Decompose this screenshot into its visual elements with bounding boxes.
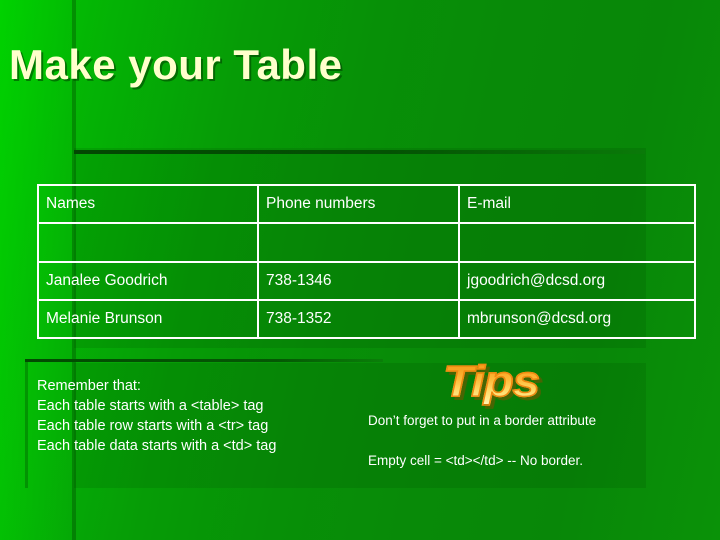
table-cell-email: jgoodrich@dcsd.org [458, 261, 696, 301]
divider-rule-above-table [74, 150, 645, 154]
table-cell-email [458, 222, 696, 263]
notes-left-line: Each table data starts with a <td> tag [37, 438, 277, 454]
table-header-names: Names [37, 184, 259, 224]
table-cell-phone: 738-1352 [257, 299, 460, 339]
table-header-phone-numbers: Phone numbers [257, 184, 460, 224]
table-row: Janalee Goodrich 738-1346 jgoodrich@dcsd… [37, 261, 696, 301]
divider-rule-notes-left-edge [25, 362, 28, 488]
table-cell-email: mbrunson@dcsd.org [458, 299, 696, 339]
notes-left-block: Remember that: Each table starts with a … [37, 376, 367, 456]
notes-left-line: Remember that: [37, 378, 141, 394]
notes-left-line: Each table starts with a <table> tag [37, 398, 264, 414]
contacts-table: Names Phone numbers E-mail Janalee Goodr… [37, 184, 696, 339]
notes-right-block: Don’t forget to put in a border attribut… [368, 412, 698, 470]
table-row [37, 222, 696, 263]
table-row: Melanie Brunson 738-1352 mbrunson@dcsd.o… [37, 299, 696, 339]
table-cell-phone: 738-1346 [257, 261, 460, 301]
table-header-email: E-mail [458, 184, 696, 224]
page-title: Make your Table [9, 41, 343, 88]
notes-right-line: Don’t forget to put in a border attribut… [368, 413, 597, 428]
table-cell-phone [257, 222, 460, 263]
divider-rule-above-notes [25, 359, 383, 362]
table-cell-name [37, 222, 259, 263]
notes-left-line: Each table row starts with a <tr> tag [37, 418, 269, 434]
table-cell-name: Janalee Goodrich [37, 261, 259, 301]
tips-wordart-heading: Tips [442, 357, 541, 406]
notes-right-line: Empty cell = <td></td> -- No border. [368, 453, 583, 468]
slide-canvas: Make your Table Names Phone numbers E-ma… [0, 0, 720, 540]
table-cell-name: Melanie Brunson [37, 299, 259, 339]
table-header-row: Names Phone numbers E-mail [37, 184, 696, 224]
